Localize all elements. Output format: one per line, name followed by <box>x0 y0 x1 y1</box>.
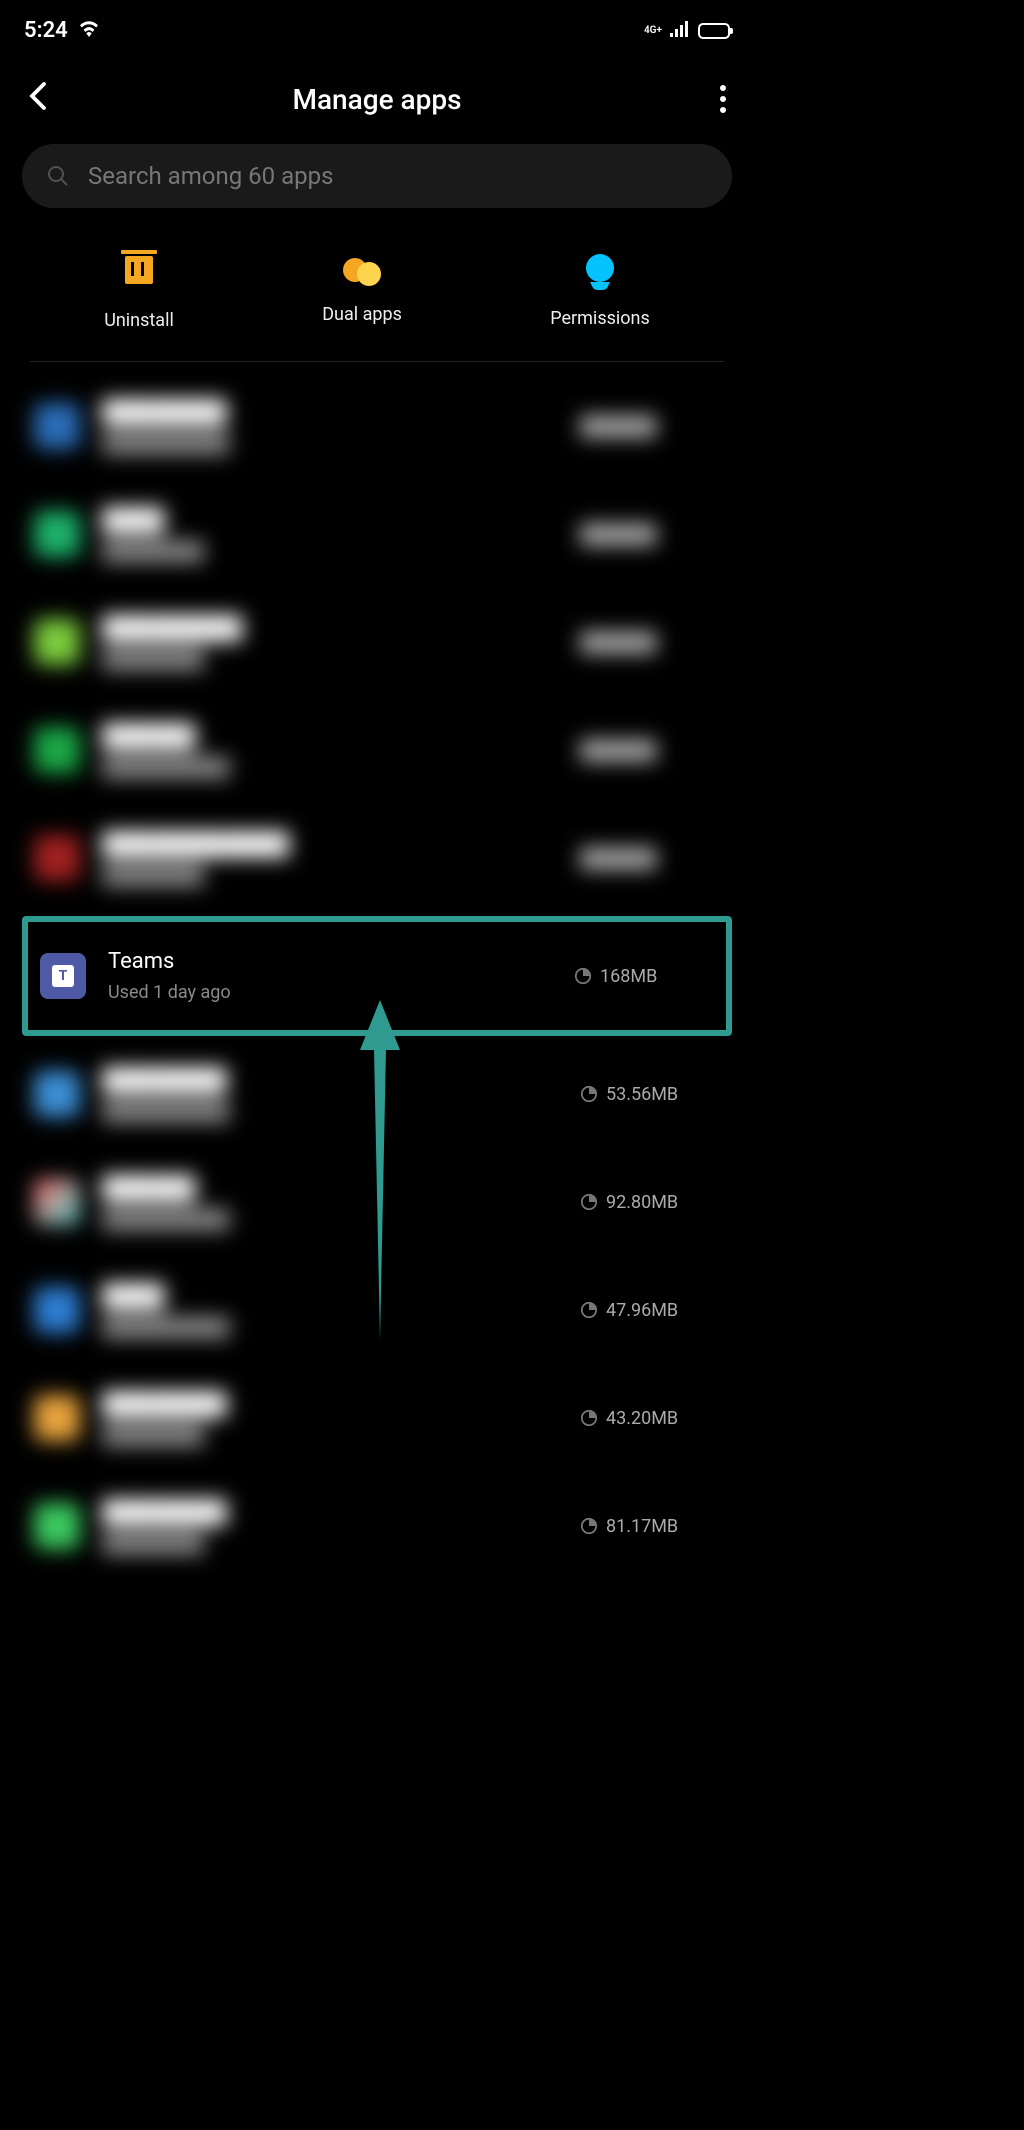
more-button[interactable] <box>720 85 726 113</box>
dual-apps-icon <box>342 250 382 290</box>
storage-icon <box>574 967 592 985</box>
app-usage: Used 1 day ago <box>108 982 552 1003</box>
battery-icon <box>698 23 730 39</box>
uninstall-button[interactable]: Uninstall <box>104 250 174 331</box>
list-item[interactable]: ████████████████ 81.17MB <box>0 1472 754 1580</box>
permissions-label: Permissions <box>550 308 650 329</box>
app-size: 47.96MB <box>606 1300 678 1321</box>
uninstall-label: Uninstall <box>104 310 174 331</box>
signal-icon <box>670 18 690 43</box>
search-input[interactable]: Search among 60 apps <box>22 144 732 208</box>
search-placeholder: Search among 60 apps <box>88 162 333 190</box>
trash-icon <box>125 256 153 284</box>
status-time: 5:24 <box>24 18 68 43</box>
list-item[interactable]: ████████████ ██████ <box>0 480 754 588</box>
permissions-button[interactable]: Permissions <box>550 250 650 331</box>
list-item[interactable]: ██████████████████ 53.56MB <box>0 1040 754 1148</box>
permissions-icon <box>586 254 614 282</box>
app-size: 92.80MB <box>606 1192 678 1213</box>
page-title: Manage apps <box>292 83 461 116</box>
list-item[interactable]: ██████████████ 47.96MB <box>0 1256 754 1364</box>
search-icon <box>46 164 70 188</box>
wifi-icon <box>78 18 100 43</box>
app-list: ██████████████████ ██████ ████████████ █… <box>0 362 754 1620</box>
back-button[interactable] <box>28 81 48 117</box>
storage-icon <box>580 1409 598 1427</box>
storage-icon <box>580 1085 598 1103</box>
dual-apps-label: Dual apps <box>322 304 402 325</box>
list-item[interactable]: █████████████████ ██████ <box>0 588 754 696</box>
network-label: 4G+ <box>644 26 662 36</box>
teams-app-icon: T <box>40 953 86 999</box>
app-name: Teams <box>108 949 552 974</box>
status-bar: 5:24 4G+ <box>0 0 754 53</box>
actions-row: Uninstall Dual apps Permissions <box>30 238 724 362</box>
list-item[interactable]: ████████████████ 92.80MB <box>0 1148 754 1256</box>
storage-icon <box>580 1517 598 1535</box>
app-size: 53.56MB <box>606 1084 678 1105</box>
app-size: 168MB <box>600 966 657 987</box>
list-item[interactable]: ██████████████████ ██████ <box>0 372 754 480</box>
list-item[interactable]: ████████████████ ██████ <box>0 696 754 804</box>
dual-apps-button[interactable]: Dual apps <box>322 250 402 331</box>
list-item[interactable]: ████████████████████ ██████ <box>0 804 754 912</box>
storage-icon <box>580 1193 598 1211</box>
highlighted-app-box: T Teams Used 1 day ago 168MB <box>22 916 732 1036</box>
storage-icon <box>580 1301 598 1319</box>
header: Manage apps <box>0 53 754 144</box>
app-item-teams[interactable]: T Teams Used 1 day ago 168MB <box>28 922 726 1030</box>
list-item[interactable]: ████████████████ 43.20MB <box>0 1364 754 1472</box>
app-size: 81.17MB <box>606 1516 678 1537</box>
app-size: 43.20MB <box>606 1408 678 1429</box>
